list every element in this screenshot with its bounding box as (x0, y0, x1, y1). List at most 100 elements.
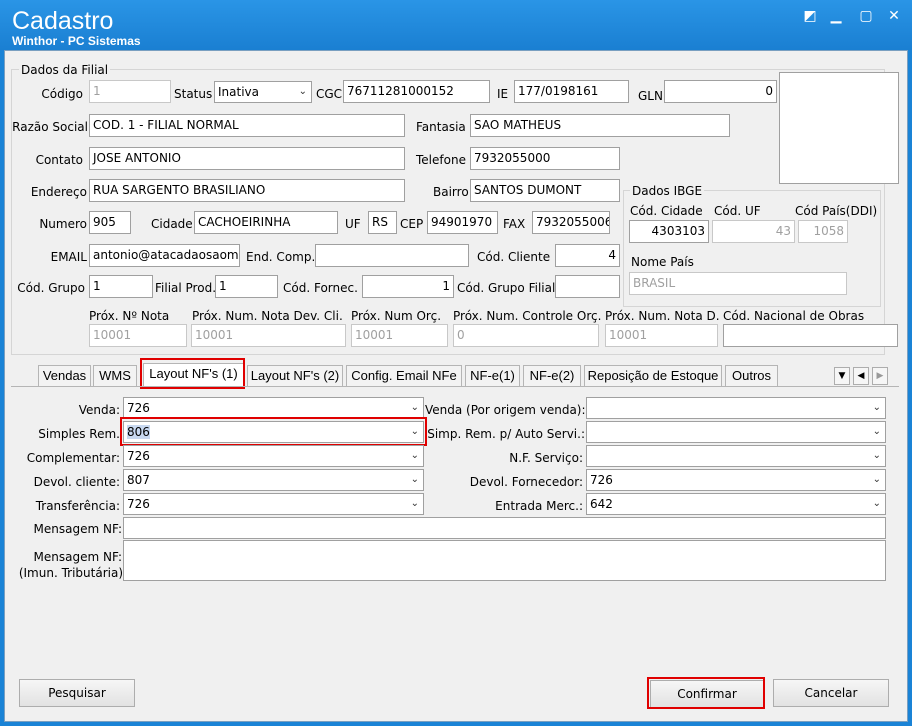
highlight-simples-box (120, 417, 427, 446)
minimize-icon[interactable]: ▁ (826, 6, 846, 26)
tab-outros[interactable]: Outros (725, 365, 778, 387)
ie-field[interactable]: 177/0198161 (514, 80, 629, 103)
nome-pais-field[interactable]: BRASIL (629, 272, 847, 295)
cgc-field[interactable]: 76711281000152 (343, 80, 490, 103)
prox-dev-field[interactable]: 10001 (191, 324, 346, 347)
cod-cidade-label: Cód. Cidade (630, 204, 703, 218)
fantasia-field[interactable]: SAO MATHEUS (470, 114, 730, 137)
prox-notad-field[interactable]: 10001 (605, 324, 718, 347)
tab-scroll-right-icon[interactable]: ▶ (872, 367, 888, 385)
dados-filial-label: Dados da Filial (19, 62, 111, 78)
venda-value: 726 (127, 401, 150, 415)
entrada-merc-value: 642 (590, 497, 613, 511)
simples-rem-label: Simples Rem. (38, 427, 120, 441)
cancelar-button[interactable]: Cancelar (773, 679, 889, 707)
endereco-label: Endereço (30, 185, 87, 199)
restore-icon[interactable]: ◩ (800, 6, 820, 26)
cod-pais-label: Cód País(DDI) (795, 204, 878, 218)
entrada-merc-select[interactable]: 642 ⌄ (586, 493, 886, 515)
fax-label: FAX (503, 217, 526, 231)
chevron-down-icon: ⌄ (410, 474, 419, 485)
tab-layout-nfs-2[interactable]: Layout NF's (2) (247, 365, 343, 387)
codigo-field[interactable]: 1 (89, 80, 171, 103)
cidade-field[interactable]: CACHOEIRINHA (194, 211, 338, 234)
chevron-down-icon: ⌄ (410, 450, 419, 461)
cep-field[interactable]: 94901970 (427, 211, 498, 234)
form-client-area: Dados da Filial Código 1 Status Inativa ⌄… (4, 50, 908, 722)
venda-origem-select[interactable]: ⌄ (586, 397, 886, 419)
transferencia-select[interactable]: 726 ⌄ (123, 493, 424, 515)
chevron-down-icon: ⌄ (872, 474, 881, 485)
nf-servico-select[interactable]: ⌄ (586, 445, 886, 467)
dados-ibge-label: Dados IBGE (630, 183, 705, 199)
contato-label: Contato (35, 153, 83, 167)
tab-vendas[interactable]: Vendas (38, 365, 91, 387)
mensagem-imun-field[interactable] (123, 540, 886, 581)
cod-uf-field[interactable]: 43 (712, 220, 795, 243)
complementar-select[interactable]: 726 ⌄ (123, 445, 424, 467)
cod-grupo-filial-field[interactable] (555, 275, 620, 298)
entrada-merc-label: Entrada Merc.: (495, 499, 583, 513)
highlight-confirmar-box (647, 677, 765, 709)
razao-field[interactable]: COD. 1 - FILIAL NORMAL (89, 114, 405, 137)
filial-prod-field[interactable]: 1 (215, 275, 278, 298)
cgc-label: CGC (316, 87, 343, 101)
devol-cliente-value: 807 (127, 473, 150, 487)
devol-fornec-label: Devol. Fornecedor: (469, 475, 583, 489)
end-comp-label: End. Comp. (246, 250, 316, 264)
tab-dropdown-icon[interactable]: ▼ (834, 367, 850, 385)
mensagem-nf-field[interactable] (123, 517, 886, 539)
simp-auto-label: Simp. Rem. p/ Auto Servi.: (427, 427, 585, 441)
pesquisar-button[interactable]: Pesquisar (19, 679, 135, 707)
cod-obras-field[interactable] (723, 324, 898, 347)
cod-fornec-field[interactable]: 1 (362, 275, 454, 298)
tab-nfe-1[interactable]: NF-e(1) (465, 365, 520, 387)
cod-cliente-field[interactable]: 4 (555, 244, 620, 267)
ie-label: IE (497, 87, 509, 101)
gln-field[interactable]: 0 (664, 80, 777, 103)
end-comp-field[interactable] (315, 244, 469, 267)
endereco-field[interactable]: RUA SARGENTO BRASILIANO (89, 179, 405, 202)
tab-scroll-left-icon[interactable]: ◀ (853, 367, 869, 385)
contato-field[interactable]: JOSE ANTONIO (89, 147, 405, 170)
prox-nf-field[interactable]: 10001 (89, 324, 187, 347)
email-label: EMAIL (50, 250, 87, 264)
prox-ctrl-field[interactable]: 0 (453, 324, 599, 347)
tab-divider (11, 386, 899, 387)
venda-select[interactable]: 726 ⌄ (123, 397, 424, 419)
prox-orc-field[interactable]: 10001 (351, 324, 448, 347)
complementar-label: Complementar: (26, 451, 120, 465)
prox-nf-label: Próx. Nº Nota (89, 309, 170, 323)
close-icon[interactable]: ✕ (884, 6, 904, 26)
tab-wms[interactable]: WMS (93, 365, 137, 387)
devol-fornec-select[interactable]: 726 ⌄ (586, 469, 886, 491)
cod-pais-field[interactable]: 1058 (798, 220, 848, 243)
window-title: Cadastro (12, 7, 114, 35)
status-value: Inativa (218, 85, 259, 99)
status-select[interactable]: Inativa ⌄ (214, 81, 312, 103)
fax-field[interactable]: 7932055006 (532, 211, 610, 234)
cod-grupo-field[interactable]: 1 (89, 275, 153, 298)
nf-servico-label: N.F. Serviço: (509, 451, 583, 465)
tab-reposicao-estoque[interactable]: Reposição de Estoque (584, 365, 722, 387)
tab-config-email-nfe[interactable]: Config. Email NFe (346, 365, 462, 387)
chevron-down-icon: ⌄ (872, 450, 881, 461)
simp-auto-select[interactable]: ⌄ (586, 421, 886, 443)
cod-uf-label: Cód. UF (714, 204, 761, 218)
telefone-field[interactable]: 7932055000 (470, 147, 620, 170)
cod-fornec-label: Cód. Fornec. (283, 281, 358, 295)
bairro-field[interactable]: SANTOS DUMONT (470, 179, 620, 202)
devol-cliente-select[interactable]: 807 ⌄ (123, 469, 424, 491)
logo-image-box[interactable] (779, 72, 899, 184)
email-field[interactable]: antonio@atacadaosaomat (89, 244, 240, 267)
cidade-label: Cidade (151, 217, 193, 231)
cep-label: CEP (400, 217, 424, 231)
cod-cidade-field[interactable]: 4303103 (629, 220, 709, 243)
numero-field[interactable]: 905 (89, 211, 131, 234)
uf-field[interactable]: RS (368, 211, 397, 234)
tab-nfe-2[interactable]: NF-e(2) (523, 365, 581, 387)
maximize-icon[interactable]: ▢ (856, 6, 876, 26)
chevron-down-icon: ⌄ (410, 402, 419, 413)
prox-orc-label: Próx. Num Orç. (351, 309, 442, 323)
telefone-label: Telefone (416, 153, 466, 167)
